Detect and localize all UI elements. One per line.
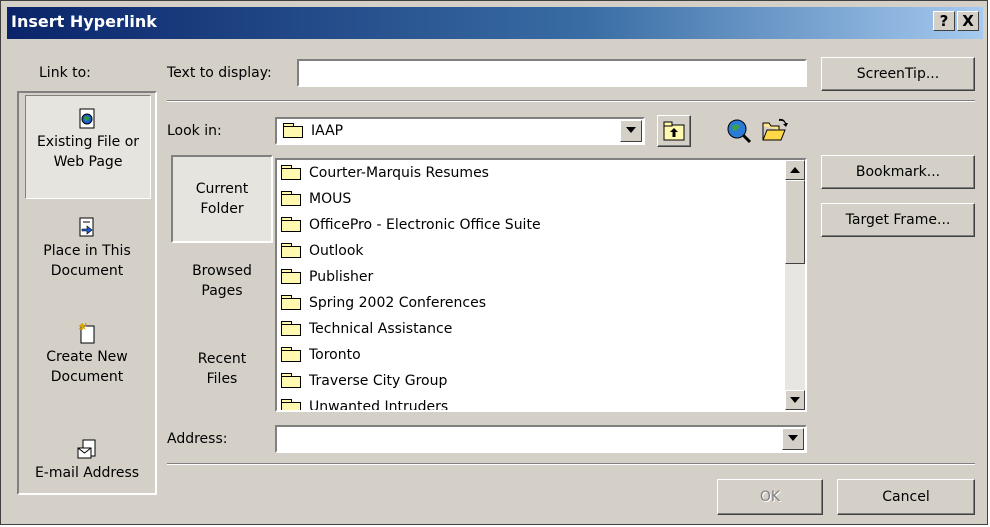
- tab-recent-files[interactable]: Recent Files: [171, 349, 273, 409]
- browsed-pages-line1: Browsed: [192, 263, 252, 279]
- folder-icon: [283, 123, 303, 138]
- folder-icon: [281, 399, 301, 410]
- recent-files-line2: Files: [206, 371, 238, 387]
- folder-icon: [281, 165, 301, 180]
- screentip-button[interactable]: ScreenTip...: [821, 57, 975, 91]
- separator-top: [167, 100, 975, 102]
- file-list-item[interactable]: OfficePro - Electronic Office Suite: [277, 212, 783, 238]
- file-list-item-label: Traverse City Group: [309, 373, 448, 389]
- file-list-item-label: Spring 2002 Conferences: [309, 295, 487, 311]
- close-button[interactable]: X: [957, 11, 979, 31]
- link-to-place-in-document[interactable]: Place in This Document: [25, 211, 151, 301]
- current-folder-line2: Folder: [200, 201, 244, 217]
- place-in-document-label-line2: Document: [50, 263, 124, 279]
- file-list-item[interactable]: Toronto: [277, 342, 783, 368]
- place-in-document-label-line1: Place in This: [43, 243, 131, 259]
- existing-file-label-line1: Existing File or: [36, 134, 140, 150]
- insert-hyperlink-dialog: Insert Hyperlink ? X Link to: Existing F…: [0, 0, 988, 525]
- address-label: Address:: [167, 431, 228, 447]
- window-title: Insert Hyperlink: [11, 12, 157, 31]
- text-to-display-input[interactable]: [297, 59, 807, 87]
- link-to-existing-file[interactable]: Existing File or Web Page: [25, 95, 151, 199]
- place-in-document-icon: [79, 217, 94, 237]
- look-in-dropdown[interactable]: IAAP: [275, 117, 645, 145]
- address-combobox[interactable]: [275, 425, 807, 453]
- file-list-item[interactable]: Technical Assistance: [277, 316, 783, 342]
- folder-icon: [281, 373, 301, 388]
- separator-bottom: [167, 463, 975, 465]
- cancel-button[interactable]: Cancel: [837, 479, 975, 515]
- browsed-pages-line2: Pages: [201, 283, 243, 299]
- help-button[interactable]: ?: [933, 11, 955, 31]
- email-address-icon: [77, 439, 96, 459]
- ok-button[interactable]: OK: [717, 479, 823, 515]
- file-list-item[interactable]: MOUS: [277, 186, 783, 212]
- file-list-scrollbar[interactable]: [785, 160, 805, 410]
- file-list-items: Courter-Marquis Resumes MOUS OfficePro - E…: [277, 160, 783, 412]
- link-to-label: Link to:: [39, 65, 91, 81]
- existing-file-icon: [79, 108, 95, 129]
- file-list-item-label: MOUS: [309, 191, 352, 207]
- browse-file-button[interactable]: [761, 115, 791, 147]
- current-folder-line1: Current: [195, 181, 249, 197]
- up-one-folder-button[interactable]: [657, 115, 691, 147]
- folder-icon: [281, 243, 301, 258]
- file-list[interactable]: Courter-Marquis Resumes MOUS OfficePro - E…: [275, 158, 807, 412]
- text-to-display-label: Text to display:: [167, 65, 272, 81]
- file-list-item[interactable]: Unwanted Intruders: [277, 394, 783, 412]
- folder-icon: [281, 217, 301, 232]
- folder-icon: [281, 295, 301, 310]
- bookmark-button[interactable]: Bookmark...: [821, 155, 975, 189]
- file-list-item-label: Courter-Marquis Resumes: [309, 165, 489, 181]
- file-list-item-label: Unwanted Intruders: [309, 399, 449, 412]
- create-new-document-icon: [78, 323, 95, 344]
- file-list-item-label: Publisher: [309, 269, 374, 285]
- file-list-item-label: OfficePro - Electronic Office Suite: [309, 217, 541, 233]
- file-list-item-label: Outlook: [309, 243, 364, 259]
- look-in-dropdown-button[interactable]: [620, 120, 642, 142]
- existing-file-label-line2: Web Page: [53, 154, 123, 170]
- up-folder-icon: [663, 121, 685, 141]
- file-list-item-label: Toronto: [309, 347, 361, 363]
- browse-web-icon: [727, 119, 752, 144]
- file-list-item[interactable]: Spring 2002 Conferences: [277, 290, 783, 316]
- file-list-item[interactable]: Outlook: [277, 238, 783, 264]
- tab-current-folder[interactable]: Current Folder: [171, 155, 273, 243]
- file-list-item-label: Technical Assistance: [309, 321, 453, 337]
- open-folder-icon: [762, 118, 788, 141]
- link-to-create-new-document[interactable]: Create New Document: [25, 317, 151, 407]
- email-address-label: E-mail Address: [34, 465, 140, 481]
- file-list-item[interactable]: Courter-Marquis Resumes: [277, 160, 783, 186]
- look-in-value: IAAP: [311, 123, 344, 139]
- file-list-item[interactable]: Publisher: [277, 264, 783, 290]
- scroll-down-button[interactable]: [785, 390, 805, 410]
- title-bar[interactable]: Insert Hyperlink ? X: [7, 7, 983, 39]
- folder-icon: [281, 269, 301, 284]
- tab-browsed-pages[interactable]: Browsed Pages: [171, 261, 273, 321]
- create-new-document-label-line1: Create New: [46, 349, 128, 365]
- create-new-document-label-line2: Document: [50, 369, 124, 385]
- folder-icon: [281, 347, 301, 362]
- recent-files-line1: Recent: [197, 351, 247, 367]
- target-frame-button[interactable]: Target Frame...: [821, 203, 975, 237]
- folder-icon: [281, 321, 301, 336]
- browse-web-button[interactable]: [725, 115, 755, 147]
- address-dropdown-button[interactable]: [782, 428, 804, 450]
- look-in-label: Look in:: [167, 123, 222, 139]
- link-to-sidebar: Existing File or Web Page Place in This …: [17, 91, 157, 495]
- file-list-item[interactable]: Traverse City Group: [277, 368, 783, 394]
- browse-tabs-panel: Current Folder Browsed Pages Recent File…: [171, 155, 273, 413]
- folder-icon: [281, 191, 301, 206]
- link-to-email-address[interactable]: E-mail Address: [25, 431, 151, 491]
- scroll-up-button[interactable]: [785, 160, 805, 180]
- scroll-thumb[interactable]: [785, 180, 805, 264]
